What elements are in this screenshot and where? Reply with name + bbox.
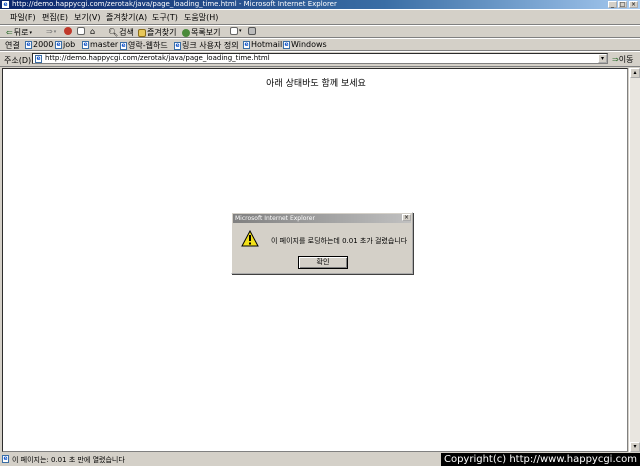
address-dropdown-button[interactable]: ▾: [598, 54, 607, 63]
vertical-scrollbar[interactable]: ▴ ▾: [629, 68, 640, 452]
refresh-icon: [77, 27, 85, 35]
address-label: 주소(D): [4, 56, 32, 65]
link-webhard[interactable]: e 영락-웹하드: [120, 40, 168, 51]
mail-button[interactable]: ▾: [230, 27, 242, 35]
links-bar: 연결 e 2000 e job e master e 영락-웹하드 e 링크 사용자 정의…: [0, 38, 640, 51]
status-text: 이 페이지는: 0.01 초 만에 열렸습니다: [12, 456, 125, 464]
link-hotmail[interactable]: e Hotmail: [243, 40, 282, 49]
page-heading: 아래 상태바도 함께 보세요: [266, 79, 366, 89]
maximize-button[interactable]: □: [618, 1, 627, 8]
dialog-message: 이 페이지를 로딩하는데 0.01 초가 걸렸습니다: [271, 237, 408, 245]
favorites-label: 즐겨찾기: [147, 28, 177, 37]
link-label: 링크 사용자 정의: [182, 41, 239, 50]
favorites-folder-icon: [138, 28, 146, 37]
back-arrow-icon: ⇐: [6, 28, 13, 37]
links-label: 연결: [5, 41, 20, 50]
back-label: 뒤로: [13, 28, 29, 37]
menu-help[interactable]: 도움말(H): [184, 12, 218, 23]
chevron-down-icon: ▾: [239, 28, 242, 34]
scroll-down-icon[interactable]: ▾: [630, 442, 640, 452]
link-2000[interactable]: e 2000: [25, 40, 53, 49]
menu-bar: 파일(F) 편집(E) 보기(V) 즐겨찾기(A) 도구(T) 도움말(H): [0, 9, 640, 25]
home-icon: ⌂: [90, 27, 96, 36]
home-button[interactable]: ⌂: [90, 27, 95, 36]
copyright-overlay: Copyright(c) http://www.happycgi.com: [440, 453, 640, 466]
ok-button[interactable]: 확인: [298, 256, 348, 269]
link-label: master: [90, 40, 119, 49]
link-label: Hotmail: [251, 40, 283, 49]
menu-view[interactable]: 보기(V): [74, 12, 100, 23]
scroll-up-icon[interactable]: ▴: [630, 68, 640, 78]
page-icon: e: [243, 40, 250, 49]
dialog-title-bar[interactable]: Microsoft Internet Explorer: [233, 214, 411, 223]
menu-file[interactable]: 파일(F): [10, 12, 36, 23]
link-label: 2000: [33, 40, 54, 49]
menu-tools[interactable]: 도구(T): [152, 12, 178, 23]
window-title: http://demo.happycgi.com/zerotak/java/pa…: [12, 0, 337, 8]
history-label: 목록보기: [191, 28, 221, 37]
status-bar: e 이 페이지는: 0.01 초 만에 열렸습니다 Copyright(c) h…: [0, 453, 640, 466]
search-label: 검색: [119, 28, 134, 37]
chevron-down-icon: ▾: [29, 29, 32, 36]
history-button[interactable]: 목록보기: [182, 27, 220, 38]
page-icon: e: [35, 55, 42, 63]
page-icon: e: [2, 455, 9, 463]
page-icon: e: [55, 40, 62, 49]
link-customize[interactable]: e 링크 사용자 정의: [174, 40, 239, 51]
warning-icon: [241, 230, 259, 247]
go-button[interactable]: ⇒이동: [612, 54, 633, 65]
chevron-down-icon: ▾: [53, 28, 57, 35]
favorites-button[interactable]: 즐겨찾기: [138, 27, 176, 38]
page-icon: e: [283, 40, 290, 49]
forward-button[interactable]: ⇒ ▾: [46, 27, 56, 36]
dialog-title: Microsoft Internet Explorer: [235, 215, 315, 222]
go-arrow-icon: ⇒: [612, 55, 619, 64]
window-title-bar[interactable]: e http://demo.happycgi.com/zerotak/java/…: [0, 0, 640, 9]
dialog-close-button[interactable]: ×: [402, 214, 411, 221]
menu-favorites[interactable]: 즐겨찾기(A): [106, 12, 147, 23]
page-icon: e: [82, 40, 89, 49]
stop-button[interactable]: [64, 27, 72, 35]
link-master[interactable]: e master: [82, 40, 118, 49]
print-icon: [248, 27, 256, 35]
stop-icon: [64, 27, 72, 35]
print-button[interactable]: [248, 27, 256, 35]
go-label: 이동: [618, 55, 634, 64]
address-url: http://demo.happycgi.com/zerotak/java/pa…: [45, 54, 270, 62]
standard-toolbar: ⇐ 뒤로 ▾ ⇒ ▾ ⌂ 🔍︎ 검색 즐겨찾기 목록보기 ▾: [0, 25, 640, 38]
forward-arrow-icon: ⇒: [46, 27, 53, 36]
minimize-button[interactable]: _: [608, 1, 617, 8]
refresh-button[interactable]: [77, 27, 85, 35]
back-button[interactable]: ⇐ 뒤로 ▾: [6, 27, 32, 38]
link-label: Windows: [291, 40, 327, 49]
ie-icon: e: [2, 1, 9, 8]
address-input[interactable]: e http://demo.happycgi.com/zerotak/java/…: [32, 53, 608, 64]
link-label: job: [63, 40, 76, 49]
search-button[interactable]: 🔍︎ 검색: [108, 27, 134, 38]
page-icon: e: [120, 41, 127, 50]
link-job[interactable]: e job: [55, 40, 75, 49]
page-icon: e: [25, 40, 32, 49]
history-icon: [182, 28, 190, 37]
alert-dialog: Microsoft Internet Explorer × 이 페이지를 로딩하…: [231, 212, 413, 274]
search-icon: 🔍︎: [108, 28, 119, 37]
link-label: 영락-웹하드: [128, 41, 168, 50]
page-icon: e: [174, 41, 181, 50]
mail-icon: [230, 27, 238, 35]
menu-edit[interactable]: 편집(E): [42, 12, 68, 23]
address-bar: 주소(D) e http://demo.happycgi.com/zerotak…: [0, 51, 640, 67]
link-windows[interactable]: e Windows: [283, 40, 327, 49]
close-button[interactable]: ×: [629, 1, 638, 8]
